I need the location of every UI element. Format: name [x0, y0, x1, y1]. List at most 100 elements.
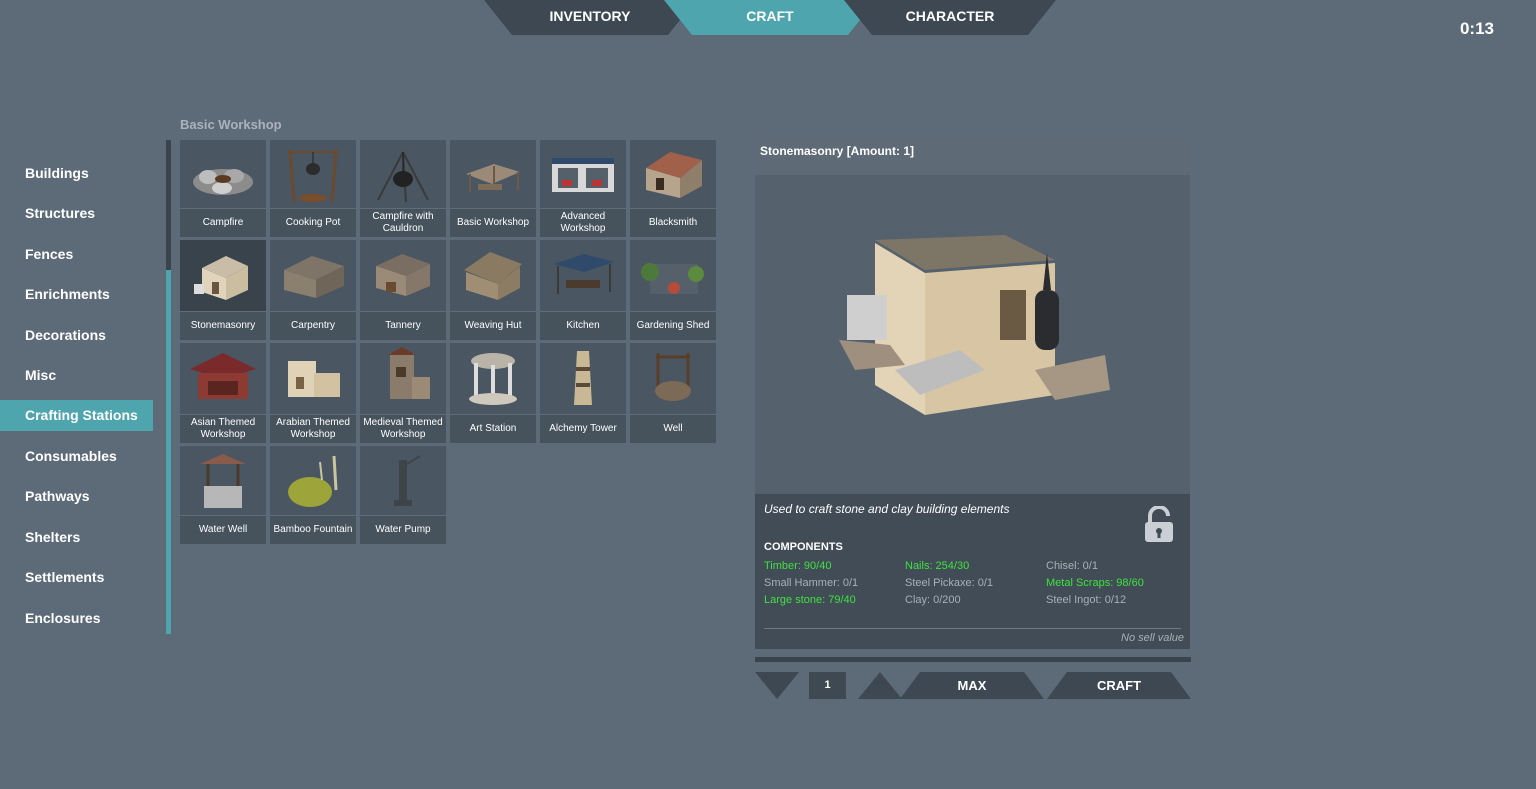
increase-quantity-button[interactable] [858, 672, 902, 699]
item-bamboo-fountain[interactable]: Bamboo Fountain [270, 446, 356, 544]
item-campfire[interactable]: Campfire [180, 140, 266, 237]
top-tab-bar: INVENTORY CRAFT CHARACTER [484, 0, 1056, 35]
category-consumables[interactable]: Consumables [0, 441, 153, 472]
stonemasonry-preview-image [839, 235, 1110, 415]
item-stonemasonry[interactable]: Stonemasonry [180, 240, 266, 340]
component-steel-ingot: Steel Ingot: 0/12 [1046, 594, 1127, 606]
item-label: Blacksmith [630, 208, 716, 237]
category-decorations[interactable]: Decorations [0, 320, 153, 351]
item-basic-workshop[interactable]: Basic Workshop [450, 140, 536, 237]
bamboo-fountain-icon [288, 455, 338, 507]
basic-workshop-icon [466, 164, 520, 192]
divider [764, 628, 1181, 629]
category-enclosures[interactable]: Enclosures [0, 603, 153, 634]
item-medieval-themed-workshop[interactable]: Medieval Themed Workshop [360, 343, 446, 443]
item-kitchen[interactable]: Kitchen [540, 240, 626, 340]
tannery-icon [376, 254, 430, 296]
item-water-pump[interactable]: Water Pump [360, 446, 446, 544]
item-advanced-workshop[interactable]: Advanced Workshop [540, 140, 626, 237]
item-label: Gardening Shed [630, 311, 716, 340]
grid-scrollbar[interactable] [166, 140, 171, 634]
component-timber: Timber: 90/40 [764, 560, 832, 572]
item-label: Bamboo Fountain [270, 515, 356, 544]
tab-craft[interactable]: CRAFT [664, 0, 876, 35]
well-icon [655, 353, 691, 401]
components-title: COMPONENTS [764, 541, 843, 553]
water-pump-icon [394, 455, 421, 506]
item-label: Arabian Themed Workshop [270, 414, 356, 443]
quantity-field[interactable]: 1 [809, 672, 846, 699]
item-label: Campfire [180, 208, 266, 237]
asian-workshop-icon [190, 353, 256, 399]
stonemasonry-icon [194, 256, 248, 300]
carpentry-icon [284, 256, 344, 298]
category-settlements[interactable]: Settlements [0, 562, 153, 593]
category-enrichments[interactable]: Enrichments [0, 279, 153, 310]
item-asian-themed-workshop[interactable]: Asian Themed Workshop [180, 343, 266, 443]
component-metal-scraps: Metal Scraps: 98/60 [1046, 577, 1144, 589]
detail-panel: Stonemasonry [Amount: 1] Used to craft s… [755, 138, 1190, 649]
component-chisel: Chisel: 0/1 [1046, 560, 1098, 572]
category-structures[interactable]: Structures [0, 198, 153, 229]
component-clay: Clay: 0/200 [905, 594, 961, 606]
category-buildings[interactable]: Buildings [0, 158, 153, 189]
gardening-shed-icon [641, 263, 704, 294]
item-label: Medieval Themed Workshop [360, 414, 446, 443]
sell-value: No sell value [1121, 632, 1184, 644]
detail-title: Stonemasonry [Amount: 1] [755, 138, 1190, 175]
water-well-icon [200, 454, 246, 508]
item-gardening-shed[interactable]: Gardening Shed [630, 240, 716, 340]
item-label: Kitchen [540, 311, 626, 340]
item-campfire-with-cauldron[interactable]: Campfire with Cauldron [360, 140, 446, 237]
item-label: Art Station [450, 414, 536, 443]
arabian-workshop-icon [288, 361, 340, 397]
category-crafting-stations[interactable]: Crafting Stations [0, 400, 153, 431]
item-weaving-hut[interactable]: Weaving Hut [450, 240, 536, 340]
item-label: Tannery [360, 311, 446, 340]
decrease-quantity-button[interactable] [755, 672, 799, 699]
item-label: Asian Themed Workshop [180, 414, 266, 443]
item-well[interactable]: Well [630, 343, 716, 443]
item-label: Campfire with Cauldron [360, 208, 446, 237]
blacksmith-icon [646, 152, 702, 198]
category-pathways[interactable]: Pathways [0, 481, 153, 512]
category-fences[interactable]: Fences [0, 239, 153, 270]
item-label: Well [630, 414, 716, 443]
craft-button[interactable]: CRAFT [1047, 672, 1191, 699]
component-steel-pickaxe: Steel Pickaxe: 0/1 [905, 577, 994, 589]
item-label: Basic Workshop [450, 208, 536, 237]
category-shelters[interactable]: Shelters [0, 522, 153, 553]
item-tannery[interactable]: Tannery [360, 240, 446, 340]
item-label: Advanced Workshop [540, 208, 626, 237]
item-label: Water Well [180, 515, 266, 544]
alchemy-tower-icon [574, 351, 592, 405]
component-nails: Nails: 254/30 [905, 560, 970, 572]
unlock-icon [1145, 506, 1173, 542]
item-alchemy-tower[interactable]: Alchemy Tower [540, 343, 626, 443]
component-large-stone: Large stone: 79/40 [764, 594, 856, 606]
advanced-workshop-icon [552, 158, 614, 192]
max-button[interactable]: MAX [900, 672, 1044, 699]
art-station-icon [469, 353, 517, 405]
item-arabian-themed-workshop[interactable]: Arabian Themed Workshop [270, 343, 356, 443]
weaving-hut-icon [464, 252, 522, 300]
item-carpentry[interactable]: Carpentry [270, 240, 356, 340]
item-cooking-pot[interactable]: Cooking Pot [270, 140, 356, 237]
scrollbar-thumb[interactable] [166, 140, 171, 270]
tab-inventory[interactable]: INVENTORY [484, 0, 696, 35]
item-water-well[interactable]: Water Well [180, 446, 266, 544]
campfire-icon [193, 169, 253, 195]
detail-info: Used to craft stone and clay building el… [755, 494, 1190, 649]
timer: 0:13 [1459, 19, 1494, 38]
item-label: Stonemasonry [180, 311, 266, 340]
item-blacksmith[interactable]: Blacksmith [630, 140, 716, 237]
kitchen-icon [554, 254, 614, 294]
tab-character[interactable]: CHARACTER [844, 0, 1056, 35]
section-title: Basic Workshop [180, 117, 282, 132]
item-label: Alchemy Tower [540, 414, 626, 443]
item-label: Cooking Pot [270, 208, 356, 237]
item-art-station[interactable]: Art Station [450, 343, 536, 443]
item-label: Carpentry [270, 311, 356, 340]
item-label: Water Pump [360, 515, 446, 544]
category-misc[interactable]: Misc [0, 360, 153, 391]
